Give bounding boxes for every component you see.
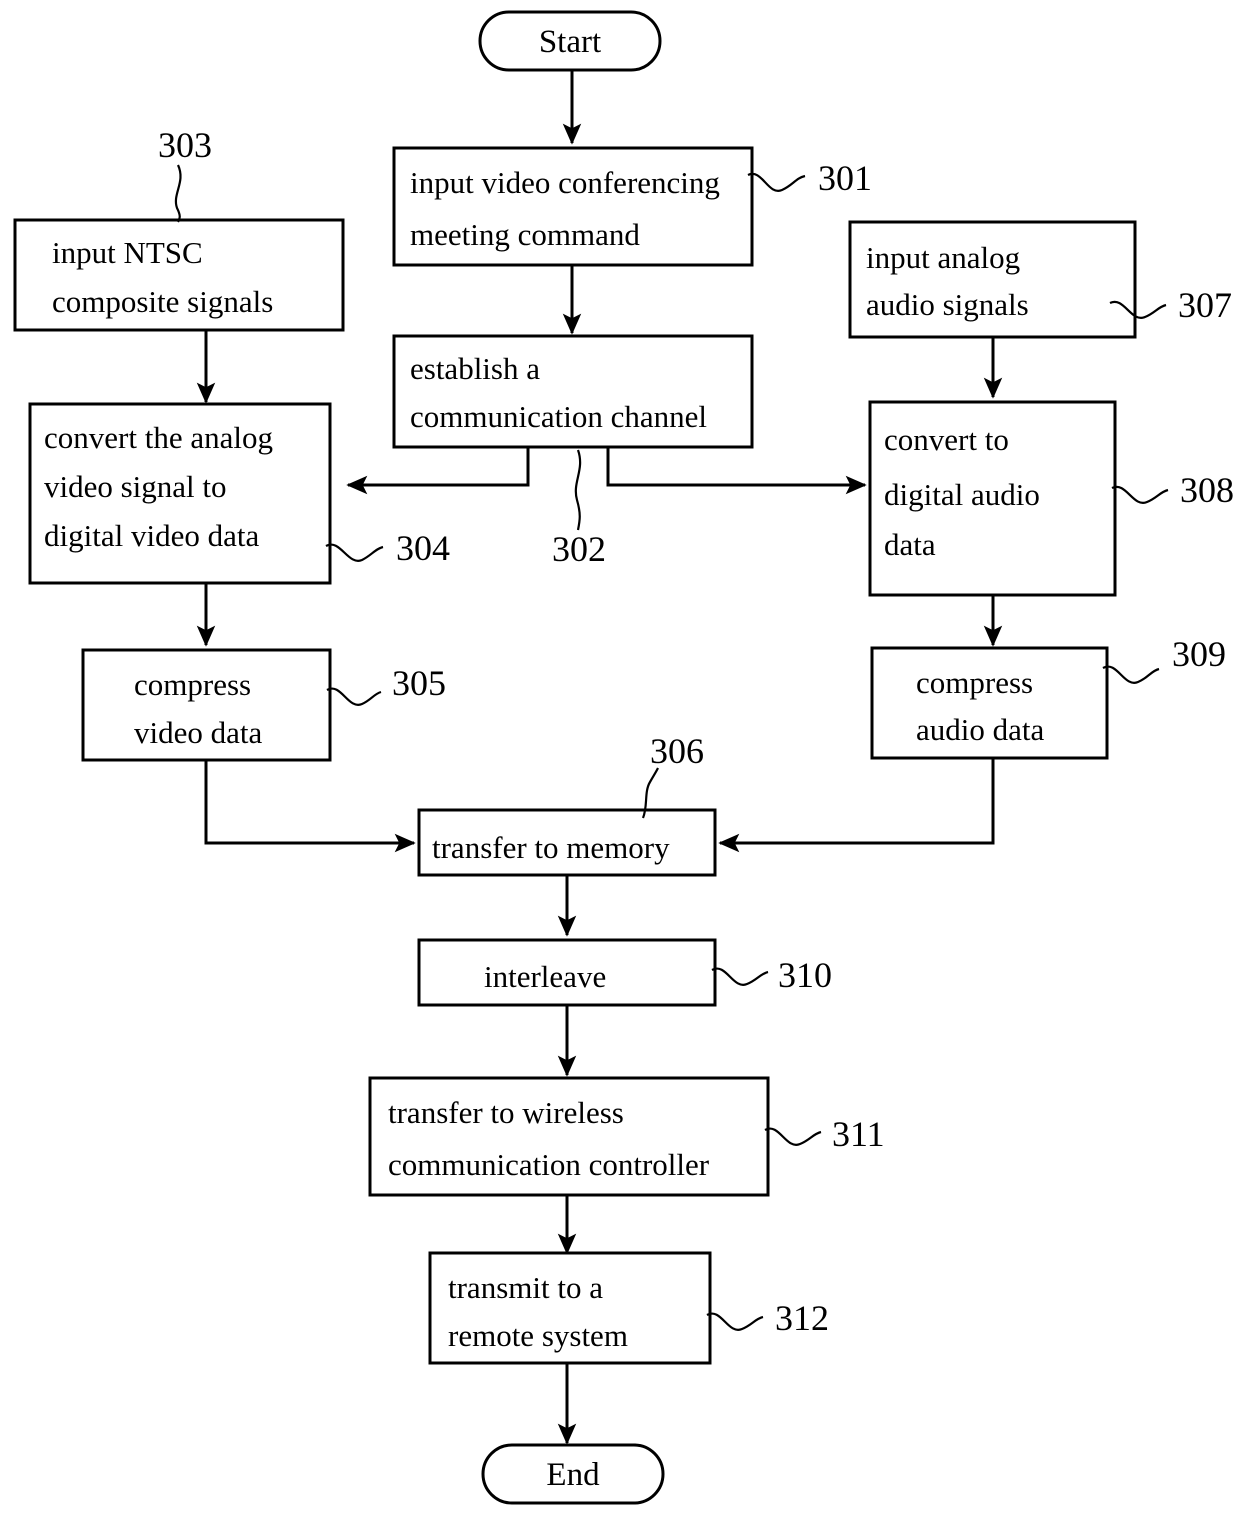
ref-number-301: 301 — [818, 158, 872, 198]
node-305-line-2: video data — [134, 715, 262, 750]
node-304: convert the analog video signal to digit… — [28, 402, 332, 585]
ref-number-307: 307 — [1178, 285, 1232, 325]
ref-number-306: 306 — [650, 731, 704, 771]
flowchart-svg: Start input video conferencing meeting c… — [13, 10, 1234, 1505]
ref-number-303: 303 — [158, 125, 212, 165]
node-start-label: Start — [539, 24, 601, 60]
flowchart-canvas: Start input video conferencing meeting c… — [0, 0, 1240, 1522]
node-303: input NTSC composite signals — [13, 218, 345, 332]
ref-number-312: 312 — [775, 1298, 829, 1338]
ref-number-305: 305 — [392, 663, 446, 703]
node-312: transmit to a remote system — [428, 1251, 712, 1365]
node-308: convert to digital audio data — [868, 400, 1117, 597]
node-311: transfer to wireless communication contr… — [368, 1076, 770, 1197]
node-end: End — [481, 1443, 665, 1505]
leader-312 — [706, 1312, 764, 1331]
connector-302-to-308 — [606, 447, 867, 495]
node-309: compress audio data — [870, 646, 1109, 760]
node-309-line-2: audio data — [916, 712, 1044, 747]
node-308-line-3: data — [884, 527, 936, 562]
node-301-line-2: meeting command — [410, 217, 640, 252]
node-307-line-2: audio signals — [866, 287, 1029, 322]
connector-309-to-306 — [718, 755, 995, 853]
node-start: Start — [478, 10, 662, 72]
node-302: establish a communication channel — [392, 334, 754, 449]
leader-301 — [747, 172, 806, 192]
ref-number-304: 304 — [396, 528, 450, 568]
node-305-line-1: compress — [134, 667, 251, 702]
leader-310 — [711, 967, 769, 986]
leader-309 — [1102, 665, 1160, 684]
leader-305 — [326, 687, 382, 706]
ref-number-311: 311 — [832, 1114, 885, 1154]
node-312-line-2: remote system — [448, 1318, 628, 1353]
node-303-line-2: composite signals — [52, 284, 273, 319]
ref-number-309: 309 — [1172, 634, 1226, 674]
ref-number-302: 302 — [552, 529, 606, 569]
node-304-line-3: digital video data — [44, 518, 259, 553]
connector-302-to-304 — [346, 447, 530, 495]
node-303-line-1: input NTSC — [52, 235, 203, 270]
node-306-line-1: transfer to memory — [432, 830, 670, 865]
node-312-line-1: transmit to a — [448, 1270, 603, 1305]
node-305: compress video data — [81, 648, 332, 762]
node-310: interleave — [417, 938, 717, 1007]
node-307-line-1: input analog — [866, 240, 1020, 275]
node-308-line-2: digital audio — [884, 477, 1040, 512]
node-end-label: End — [546, 1457, 600, 1493]
node-306: transfer to memory — [417, 808, 717, 877]
leader-311 — [764, 1127, 822, 1146]
node-311-line-1: transfer to wireless — [388, 1095, 624, 1130]
connector-305-to-306 — [204, 760, 416, 853]
node-309-line-1: compress — [916, 665, 1033, 700]
node-301-line-1: input video conferencing — [410, 165, 720, 200]
ref-number-308: 308 — [1180, 470, 1234, 510]
node-308-line-1: convert to — [884, 422, 1009, 457]
node-304-line-1: convert the analog — [44, 420, 273, 455]
leader-304 — [325, 543, 384, 562]
leader-302 — [574, 449, 582, 531]
node-307: input analog audio signals — [848, 220, 1137, 339]
node-301: input video conferencing meeting command — [392, 146, 754, 267]
node-310-line-1: interleave — [484, 959, 606, 994]
node-311-line-2: communication controller — [388, 1147, 710, 1182]
ref-number-310: 310 — [778, 955, 832, 995]
node-302-line-1: establish a — [410, 351, 540, 386]
leader-308 — [1111, 485, 1169, 504]
node-302-line-2: communication channel — [410, 399, 707, 434]
node-304-line-2: video signal to — [44, 469, 227, 504]
leader-303 — [174, 164, 182, 223]
